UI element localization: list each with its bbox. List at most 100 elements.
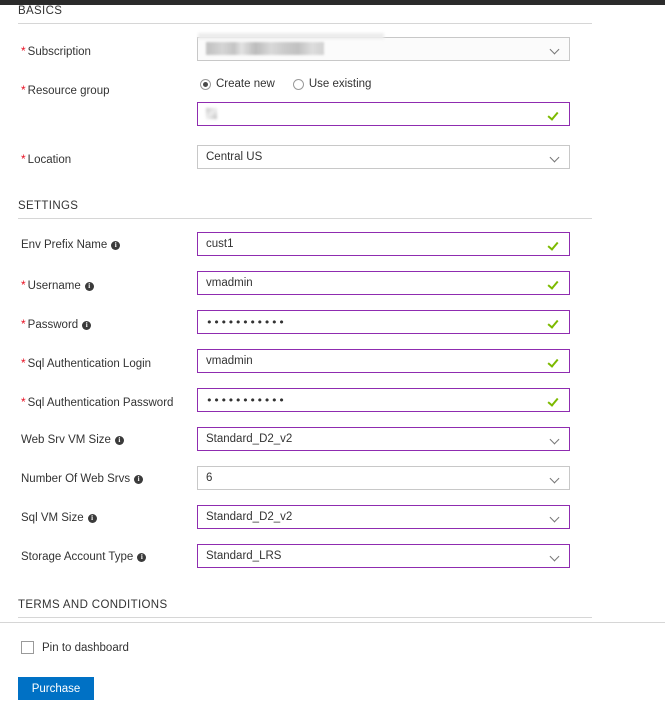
required-asterisk: *	[21, 44, 26, 58]
full-width-divider	[0, 622, 665, 623]
label-username-text: Username	[27, 280, 81, 292]
label-sql-auth-password-text: Sql Authentication Password	[27, 397, 174, 409]
password-value: •••••••••••	[206, 316, 286, 329]
chevron-down-icon	[551, 514, 560, 523]
radio-label-create-new: Create new	[216, 78, 275, 90]
info-icon[interactable]: i	[84, 282, 94, 291]
label-env-prefix-name: Env Prefix Name i	[21, 239, 196, 251]
radio-dot-create-new	[200, 78, 211, 90]
chevron-down-icon	[551, 46, 560, 55]
section-title-basics: BASICS	[18, 5, 63, 17]
valid-check-icon	[549, 354, 561, 368]
required-asterisk: *	[21, 83, 26, 97]
field-row-username: * Username i vmadmin	[0, 271, 665, 301]
purchase-button-row: Purchase	[0, 677, 665, 707]
radio-use-existing[interactable]: Use existing	[292, 78, 372, 90]
section-divider-basics	[18, 23, 592, 24]
label-web-srv-vm-size-text: Web Srv VM Size	[21, 434, 111, 446]
sql-auth-password-value: •••••••••••	[206, 394, 286, 407]
chevron-down-icon	[551, 475, 560, 484]
section-divider-settings	[18, 218, 592, 219]
radio-create-new[interactable]: Create new	[200, 78, 275, 90]
valid-check-icon	[549, 107, 561, 121]
pin-to-dashboard-label: Pin to dashboard	[42, 642, 129, 654]
label-env-prefix-name-text: Env Prefix Name	[21, 239, 108, 251]
field-row-resource-group: * Resource group Create new Use existing	[0, 76, 665, 98]
sql-vm-size-dropdown[interactable]: Standard_D2_v2	[197, 505, 570, 529]
valid-check-icon	[549, 315, 561, 329]
deployment-form: BASICS * Subscription * Resource group Cre…	[0, 5, 665, 707]
section-divider-terms	[18, 617, 592, 618]
label-resource-group: * Resource group	[21, 83, 196, 97]
info-icon[interactable]: i	[134, 475, 144, 484]
sql-auth-login-value: vmadmin	[206, 355, 253, 367]
required-asterisk: *	[21, 278, 26, 292]
env-prefix-name-input[interactable]: cust1	[197, 232, 570, 256]
valid-check-icon	[549, 276, 561, 290]
field-row-sql-auth-login: * Sql Authentication Login vmadmin	[0, 349, 665, 379]
label-password-text: Password	[27, 319, 79, 331]
label-number-of-web-srvs: Number Of Web Srvs i	[21, 473, 196, 485]
required-asterisk: *	[21, 395, 26, 409]
label-password: * Password i	[21, 317, 196, 331]
location-dropdown[interactable]: Central US	[197, 145, 570, 169]
label-location: * Location	[21, 152, 196, 166]
sql-auth-password-input[interactable]: •••••••••••	[197, 388, 570, 412]
chevron-down-icon	[551, 436, 560, 445]
label-subscription-text: Subscription	[27, 46, 91, 58]
label-sql-auth-password: * Sql Authentication Password	[21, 395, 196, 409]
subscription-dropdown[interactable]	[197, 33, 570, 61]
subscription-value-redacted	[206, 42, 324, 55]
label-sql-vm-size-text: Sql VM Size	[21, 512, 84, 524]
info-icon[interactable]: i	[137, 553, 147, 562]
resource-group-name-input[interactable]	[197, 102, 570, 126]
radio-dot-use-existing	[292, 78, 304, 90]
radio-label-use-existing: Use existing	[308, 78, 372, 90]
info-icon[interactable]: i	[111, 241, 121, 250]
valid-check-icon	[549, 237, 561, 251]
field-row-sql-vm-size: Sql VM Size i Standard_D2_v2	[0, 505, 665, 535]
password-input[interactable]: •••••••••••	[197, 310, 570, 334]
resource-group-value-redacted	[206, 108, 217, 119]
label-number-of-web-srvs-text: Number Of Web Srvs	[21, 473, 131, 485]
pin-to-dashboard-checkbox[interactable]	[21, 641, 34, 654]
number-of-web-srvs-value: 6	[206, 472, 213, 484]
info-icon[interactable]: i	[114, 436, 124, 445]
pin-to-dashboard-row: Pin to dashboard	[0, 639, 665, 663]
label-resource-group-text: Resource group	[27, 85, 110, 97]
chevron-down-icon	[551, 154, 560, 163]
env-prefix-name-value: cust1	[206, 238, 234, 250]
web-srv-vm-size-value: Standard_D2_v2	[206, 433, 293, 445]
section-settings-header: SETTINGS	[18, 200, 592, 219]
web-srv-vm-size-dropdown[interactable]: Standard_D2_v2	[197, 427, 570, 451]
sql-auth-login-input[interactable]: vmadmin	[197, 349, 570, 373]
purchase-button[interactable]: Purchase	[18, 677, 94, 700]
label-web-srv-vm-size: Web Srv VM Size i	[21, 434, 196, 446]
required-asterisk: *	[21, 152, 26, 166]
field-row-password: * Password i •••••••••••	[0, 310, 665, 340]
label-sql-auth-login-text: Sql Authentication Login	[27, 358, 152, 370]
label-sql-vm-size: Sql VM Size i	[21, 512, 196, 524]
field-row-location: * Location Central US	[0, 145, 665, 175]
field-row-resource-group-name	[0, 102, 665, 132]
required-asterisk: *	[21, 317, 26, 331]
field-row-subscription: * Subscription	[0, 33, 665, 67]
section-basics-header: BASICS	[18, 5, 592, 24]
storage-account-type-value: Standard_LRS	[206, 550, 282, 562]
username-value: vmadmin	[206, 277, 253, 289]
valid-check-icon	[549, 393, 561, 407]
label-username: * Username i	[21, 278, 196, 292]
username-input[interactable]: vmadmin	[197, 271, 570, 295]
subscription-redaction-overflow	[198, 33, 384, 39]
location-value: Central US	[206, 151, 263, 163]
info-icon[interactable]: i	[82, 321, 92, 330]
label-subscription: * Subscription	[21, 44, 196, 58]
number-of-web-srvs-dropdown[interactable]: 6	[197, 466, 570, 490]
info-icon[interactable]: i	[87, 514, 97, 523]
label-location-text: Location	[27, 154, 72, 166]
field-row-sql-auth-password: * Sql Authentication Password •••••••••••	[0, 388, 665, 418]
required-asterisk: *	[21, 356, 26, 370]
storage-account-type-dropdown[interactable]: Standard_LRS	[197, 544, 570, 568]
field-row-web-srv-vm-size: Web Srv VM Size i Standard_D2_v2	[0, 427, 665, 457]
section-title-terms: TERMS AND CONDITIONS	[18, 599, 168, 611]
